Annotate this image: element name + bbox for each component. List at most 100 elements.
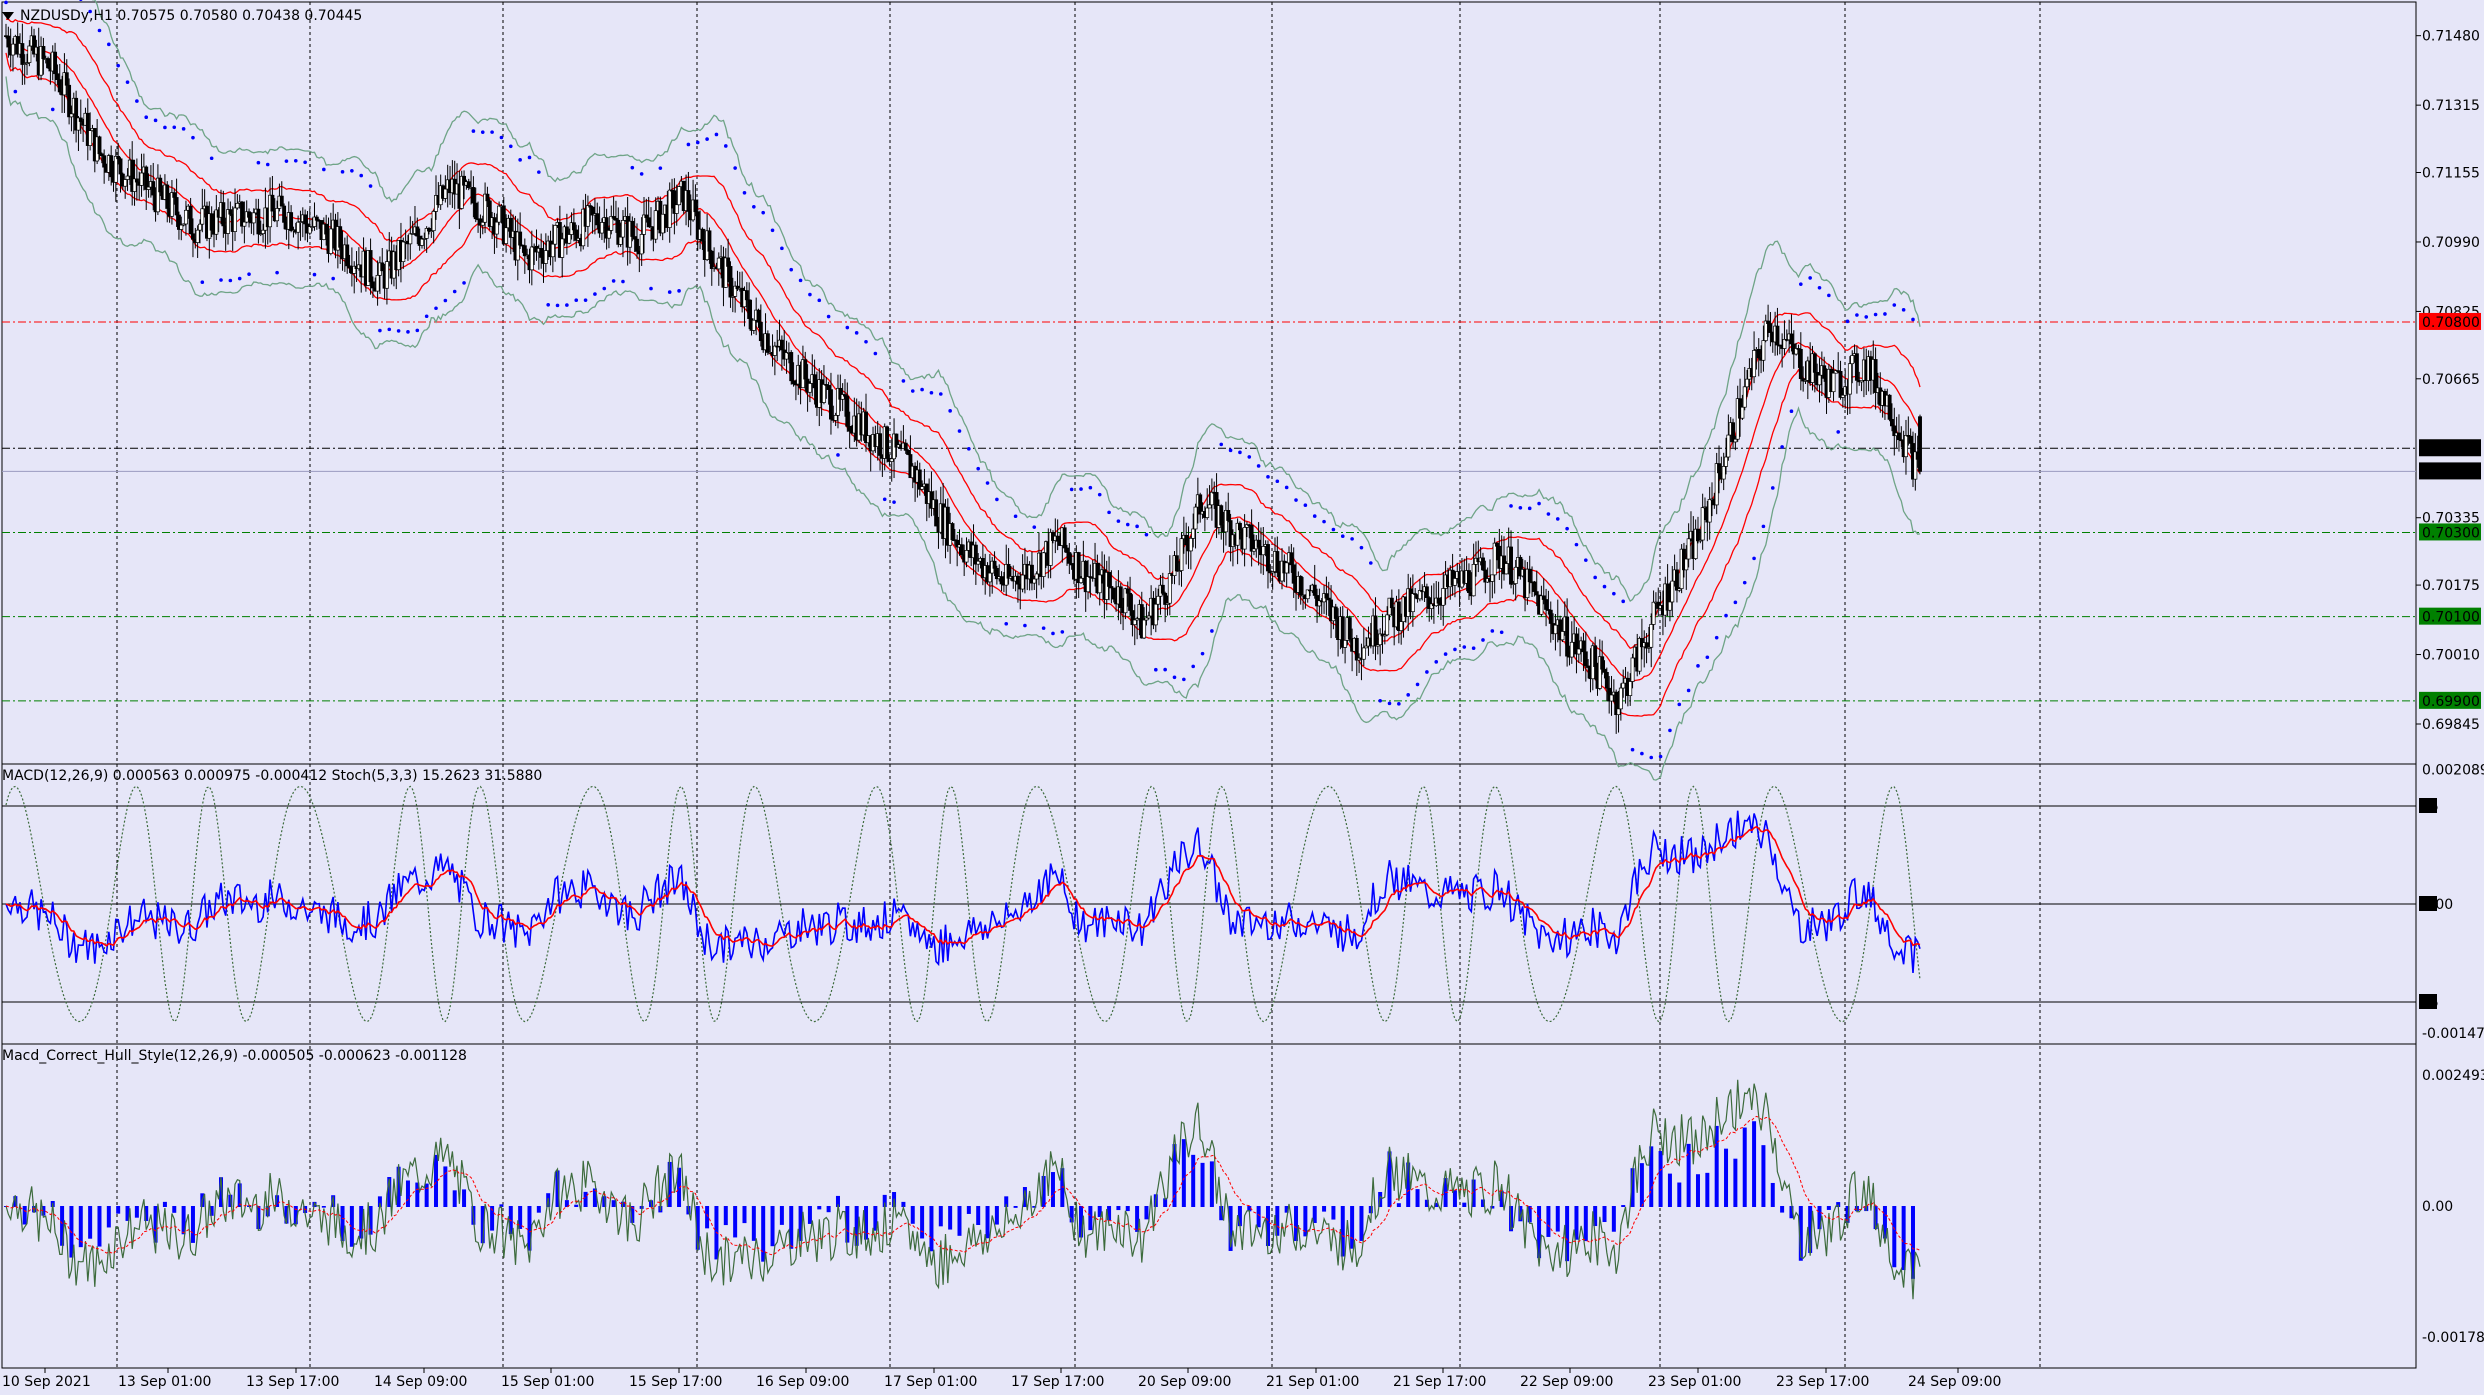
hull-histogram-bar <box>536 1206 541 1213</box>
hull-histogram-bar <box>1611 1206 1616 1232</box>
parabolic-sar-dot <box>901 379 906 383</box>
parabolic-sar-dot <box>1013 514 1018 519</box>
parabolic-sar-dot <box>882 497 887 502</box>
candle-body <box>833 414 838 421</box>
candle-body <box>1548 609 1553 624</box>
parabolic-sar-dot <box>228 278 233 283</box>
candle-body <box>55 73 60 80</box>
hull-histogram-bar <box>405 1180 410 1207</box>
hull-histogram-bar <box>938 1206 943 1227</box>
candle-body <box>1752 350 1757 378</box>
candle-body <box>758 321 763 342</box>
candle-body <box>606 230 611 239</box>
hull-histogram-bar <box>807 1206 812 1224</box>
parabolic-sar-dot <box>462 281 466 285</box>
candle-body <box>1065 547 1069 553</box>
hull-histogram-bar <box>1013 1206 1018 1208</box>
parabolic-sar-dot <box>79 0 83 2</box>
candle-body <box>1399 621 1404 632</box>
candle-body <box>987 572 992 583</box>
parabolic-sar-dot <box>527 155 532 160</box>
hull-histogram-bar <box>1181 1139 1186 1207</box>
parabolic-sar-dot <box>1584 558 1588 562</box>
candle-body <box>1576 648 1581 655</box>
candle-body <box>139 172 144 186</box>
candle-body <box>1717 463 1721 474</box>
parabolic-sar-dot <box>808 292 812 297</box>
hull-tick-label: 0.00 <box>2422 1199 2453 1215</box>
parabolic-sar-dot <box>836 453 840 457</box>
hull-histogram-bar <box>1705 1172 1710 1207</box>
candle-body <box>151 181 156 196</box>
candle-body <box>1252 548 1256 552</box>
time-tick-label: 15 Sep 17:00 <box>629 1374 722 1390</box>
candle-body <box>401 241 406 262</box>
parabolic-sar-dot <box>1116 519 1121 523</box>
hull-histogram-bar <box>761 1206 766 1262</box>
parabolic-sar-dot <box>1901 308 1906 312</box>
candle-body <box>324 223 329 235</box>
parabolic-sar-dot <box>667 290 672 294</box>
candle-body <box>1628 681 1633 696</box>
candle-body <box>716 257 721 270</box>
parabolic-sar-dot <box>471 129 476 133</box>
parabolic-sar-dot <box>1219 442 1224 447</box>
candle-body <box>20 43 25 65</box>
time-tick-label: 21 Sep 17:00 <box>1393 1374 1486 1390</box>
candle-body <box>1768 323 1773 333</box>
parabolic-sar-dot <box>639 172 644 176</box>
parabolic-sar-dot <box>705 137 709 141</box>
chart-canvas[interactable]: 0.714800.713150.711550.709900.708250.706… <box>0 0 2484 1395</box>
candle-body <box>504 227 509 244</box>
parabolic-sar-dot <box>686 142 691 147</box>
candle-body <box>471 187 476 204</box>
candle-body <box>1609 694 1614 702</box>
parabolic-sar-dot <box>153 118 158 123</box>
candle-body <box>1541 595 1546 600</box>
candle-body <box>1569 641 1574 658</box>
parabolic-sar-dot <box>1097 492 1102 497</box>
candle-body <box>134 178 139 183</box>
hull-histogram-bar <box>1555 1206 1560 1232</box>
parabolic-sar-dot <box>1612 591 1616 596</box>
candle-body <box>812 374 817 389</box>
hull-histogram-bar <box>1331 1206 1336 1220</box>
parabolic-sar-dot <box>1752 556 1756 561</box>
hull-histogram-bar <box>321 1206 326 1208</box>
price-level-label: 0.70445 <box>2422 464 2480 480</box>
parabolic-sar-dot <box>1808 276 1812 280</box>
candle-body <box>1581 640 1586 653</box>
candle-body <box>1142 619 1147 639</box>
candle-body <box>146 186 151 190</box>
parabolic-sar-dot <box>1537 501 1541 506</box>
price-level-label: 0.70300 <box>2422 525 2480 541</box>
candle-body <box>494 221 499 235</box>
parabolic-sar-dot <box>1686 688 1691 693</box>
parabolic-sar-dot <box>303 160 307 165</box>
parabolic-sar-dot <box>116 63 120 68</box>
parabolic-sar-dot <box>1640 751 1644 756</box>
parabolic-sar-dot <box>125 80 130 84</box>
hull-histogram-bar <box>1396 1203 1401 1207</box>
parabolic-sar-dot <box>191 135 195 140</box>
candle-body <box>1667 601 1672 611</box>
parabolic-sar-dot <box>611 279 616 283</box>
dropdown-triangle-icon[interactable] <box>2 12 14 20</box>
parabolic-sar-dot <box>1443 652 1448 656</box>
candle-body <box>1266 544 1270 572</box>
hull-histogram-bar <box>742 1206 747 1224</box>
parabolic-sar-dot <box>1322 519 1326 524</box>
parabolic-sar-dot <box>1378 698 1382 703</box>
candle-body <box>485 193 490 202</box>
parabolic-sar-dot <box>1855 313 1859 317</box>
parabolic-sar-dot <box>1677 702 1682 707</box>
hull-histogram-bar <box>611 1200 616 1207</box>
candle-body <box>660 213 665 234</box>
trading-chart-window[interactable]: 0.71480 0.71315 0.71155 0.70990 0.70825 0.706… <box>0 0 2484 1395</box>
candle-body <box>46 58 51 69</box>
parabolic-sar-dot <box>508 144 513 149</box>
candle-body <box>179 224 184 230</box>
parabolic-sar-dot <box>1883 312 1887 316</box>
parabolic-sar-dot <box>1359 545 1364 550</box>
candle-body <box>765 333 770 353</box>
